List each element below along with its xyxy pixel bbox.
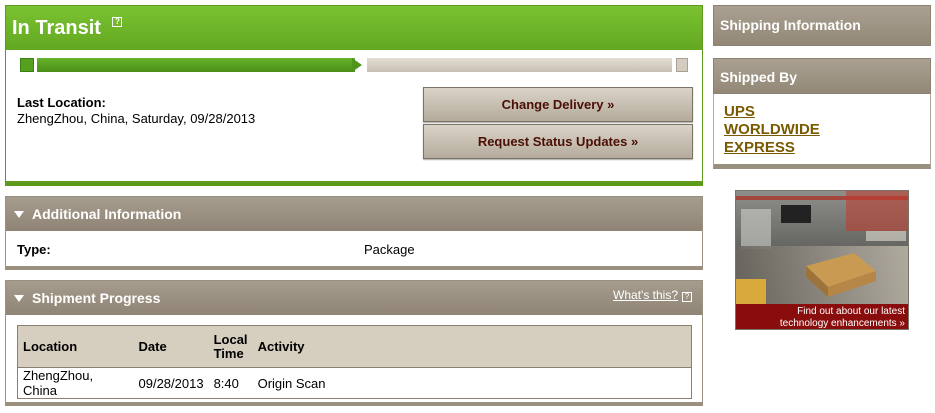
carrier-link[interactable]: UPS: [724, 103, 920, 121]
collapse-triangle-icon[interactable]: [14, 211, 24, 218]
progress-arrow-icon: [352, 58, 362, 72]
progress-remaining: [367, 58, 672, 72]
technology-promo-banner[interactable]: Find out about our latest technology enh…: [735, 190, 909, 330]
additional-information-header[interactable]: Additional Information: [6, 197, 702, 231]
shipment-progress-title: Shipment Progress: [32, 290, 161, 306]
progress-end-marker: [676, 58, 688, 72]
warehouse-conveyor-image[interactable]: [736, 191, 909, 304]
transit-status-panel: In Transit ? Last Location: ZhengZhou, C…: [5, 5, 703, 186]
help-icon[interactable]: ?: [682, 292, 692, 302]
last-location-label: Last Location:: [17, 95, 106, 110]
cell-date: 09/28/2013: [133, 367, 209, 399]
shipped-by-box: UPS WORLDWIDE EXPRESS: [713, 94, 931, 169]
shipment-progress-header[interactable]: Shipment Progress What's this??: [6, 281, 702, 315]
carrier-link[interactable]: WORLDWIDE: [724, 121, 920, 139]
shipment-progress-panel: Shipment Progress What's this?? Location…: [5, 280, 703, 406]
cell-local-time: 8:40: [208, 367, 253, 399]
status-title: In Transit: [12, 17, 101, 39]
collapse-triangle-icon[interactable]: [14, 295, 24, 302]
column-header-activity: Activity: [252, 325, 692, 368]
delivery-progress-bar: [20, 58, 688, 72]
whats-this-label[interactable]: What's this?: [613, 288, 678, 302]
progress-fill: [37, 58, 355, 72]
column-header-location: Location: [17, 325, 134, 368]
change-delivery-button[interactable]: Change Delivery »: [423, 87, 693, 122]
additional-information-title: Additional Information: [32, 206, 182, 222]
promo-caption-line[interactable]: technology enhancements »: [736, 318, 905, 329]
additional-information-panel: Additional Information Type: Package: [5, 196, 703, 270]
status-header: In Transit ?: [6, 6, 702, 50]
cell-location: ZhengZhou, China: [17, 367, 134, 399]
shipment-progress-table: Location Date Local Time Activity ZhengZ…: [17, 325, 692, 399]
promo-caption-line[interactable]: Find out about our latest: [736, 306, 905, 318]
table-header-row: Location Date Local Time Activity: [17, 325, 692, 368]
column-header-date: Date: [133, 325, 209, 368]
carrier-link[interactable]: EXPRESS: [724, 139, 920, 157]
shipping-information-header[interactable]: Shipping Information: [713, 5, 931, 46]
help-icon[interactable]: ?: [112, 17, 123, 27]
last-location-value: ZhengZhou, China, Saturday, 09/28/2013: [17, 111, 256, 126]
column-header-local-time: Local Time: [208, 325, 253, 368]
progress-start-marker: [20, 58, 34, 72]
type-label: Type:: [17, 242, 51, 257]
cell-activity: Origin Scan: [252, 367, 692, 399]
request-status-updates-button[interactable]: Request Status Updates »: [423, 124, 693, 159]
table-row: ZhengZhou, China 09/28/2013 8:40 Origin …: [17, 367, 692, 399]
shipped-by-header: Shipped By: [713, 58, 931, 94]
promo-caption[interactable]: Find out about our latest technology enh…: [736, 304, 908, 329]
whats-this-link[interactable]: What's this??: [613, 287, 692, 303]
type-value: Package: [364, 242, 415, 257]
